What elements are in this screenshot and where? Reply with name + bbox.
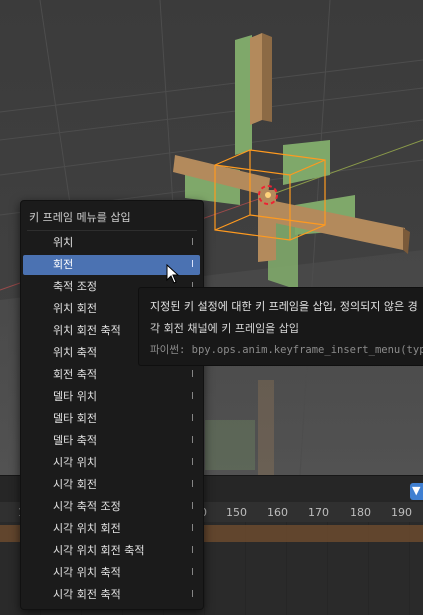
tooltip-python: 파이썬: bpy.ops.anim.keyframe_insert_menu(t… — [150, 344, 423, 356]
menu-item[interactable]: 시각 축적 조정 I — [23, 497, 200, 517]
menu-item-shortcut: I — [191, 259, 194, 270]
menu-item-shortcut: I — [191, 457, 194, 468]
menu-item-label: 시각 회전 — [53, 478, 97, 491]
menu-item[interactable]: 시각 위치 회전 I — [23, 519, 200, 539]
menu-item-label: 시각 위치 축적 — [53, 566, 121, 579]
menu-item-label: 델타 회전 — [53, 412, 97, 425]
menu-item-shortcut: I — [191, 479, 194, 490]
menu-item-label: 위치 회전 축적 — [53, 324, 121, 337]
menu-item[interactable]: 시각 위치 회전 축적 I — [23, 541, 200, 561]
operator-tooltip: 지정된 키 설정에 대한 키 프레임을 삽입, 정의되지 않은 경 각 회전 채… — [138, 287, 423, 366]
menu-item-shortcut: I — [191, 589, 194, 600]
menu-item[interactable]: 시각 위치 축적 I — [23, 563, 200, 583]
menu-title: 키 프레임 메뉴를 삽입 — [29, 211, 131, 224]
menu-separator — [27, 230, 197, 231]
menu-item[interactable]: 시각 위치 I — [23, 453, 200, 473]
menu-item-label: 시각 위치 회전 — [53, 522, 121, 535]
menu-item-label: 축적 조정 — [53, 280, 97, 293]
mouse-pointer-icon — [166, 264, 180, 284]
menu-item[interactable]: 델타 위치 I — [23, 387, 200, 407]
menu-item-label: 위치 회전 — [53, 302, 97, 315]
menu-item-shortcut: I — [191, 567, 194, 578]
frame-tick: 180 — [350, 506, 371, 519]
insert-keyframe-menu: 키 프레임 메뉴를 삽입 위치 I 회전 I 축적 조정 I 위치 회전 I 위치 회전 축적 I… — [20, 200, 204, 610]
funnel-icon: ▼ — [412, 484, 421, 497]
frame-tick: 190 — [391, 506, 412, 519]
menu-item-shortcut: I — [191, 435, 194, 446]
tooltip-description: 지정된 키 설정에 대한 키 프레임을 삽입, 정의되지 않은 경 — [150, 300, 418, 313]
frame-tick: 160 — [267, 506, 288, 519]
menu-item[interactable]: 회전 축적 I — [23, 365, 200, 385]
menu-item[interactable]: 델타 회전 I — [23, 409, 200, 429]
menu-item-label: 시각 회전 축적 — [53, 588, 121, 601]
menu-item-label: 위치 — [53, 236, 74, 249]
menu-item-label: 델타 위치 — [53, 390, 97, 403]
menu-item-label: 시각 축적 조정 — [53, 500, 121, 513]
view-toggle-button[interactable]: ▼ — [410, 483, 423, 500]
menu-item-shortcut: I — [191, 237, 194, 248]
menu-item[interactable]: 시각 회전 축적 I — [23, 585, 200, 605]
frame-tick: 150 — [226, 506, 247, 519]
frame-tick: 170 — [308, 506, 329, 519]
menu-item-label: 회전 — [53, 258, 74, 271]
menu-item-shortcut: I — [191, 391, 194, 402]
menu-item-label: 델타 축적 — [53, 434, 97, 447]
menu-item-label: 시각 위치 회전 축적 — [53, 544, 145, 557]
menu-item[interactable]: 위치 I — [23, 233, 200, 253]
menu-item-shortcut: I — [191, 501, 194, 512]
menu-item-shortcut: I — [191, 545, 194, 556]
menu-item-shortcut: I — [191, 413, 194, 424]
menu-item-shortcut: I — [191, 369, 194, 380]
menu-item-shortcut: I — [191, 523, 194, 534]
tooltip-subtitle: 각 회전 채널에 키 프레임을 삽입 — [150, 322, 300, 335]
menu-item-label: 시각 위치 — [53, 456, 97, 469]
menu-item[interactable]: 델타 축적 I — [23, 431, 200, 451]
menu-item[interactable]: 시각 회전 I — [23, 475, 200, 495]
menu-item-label: 회전 축적 — [53, 368, 97, 381]
menu-item-label: 위치 축적 — [53, 346, 97, 359]
